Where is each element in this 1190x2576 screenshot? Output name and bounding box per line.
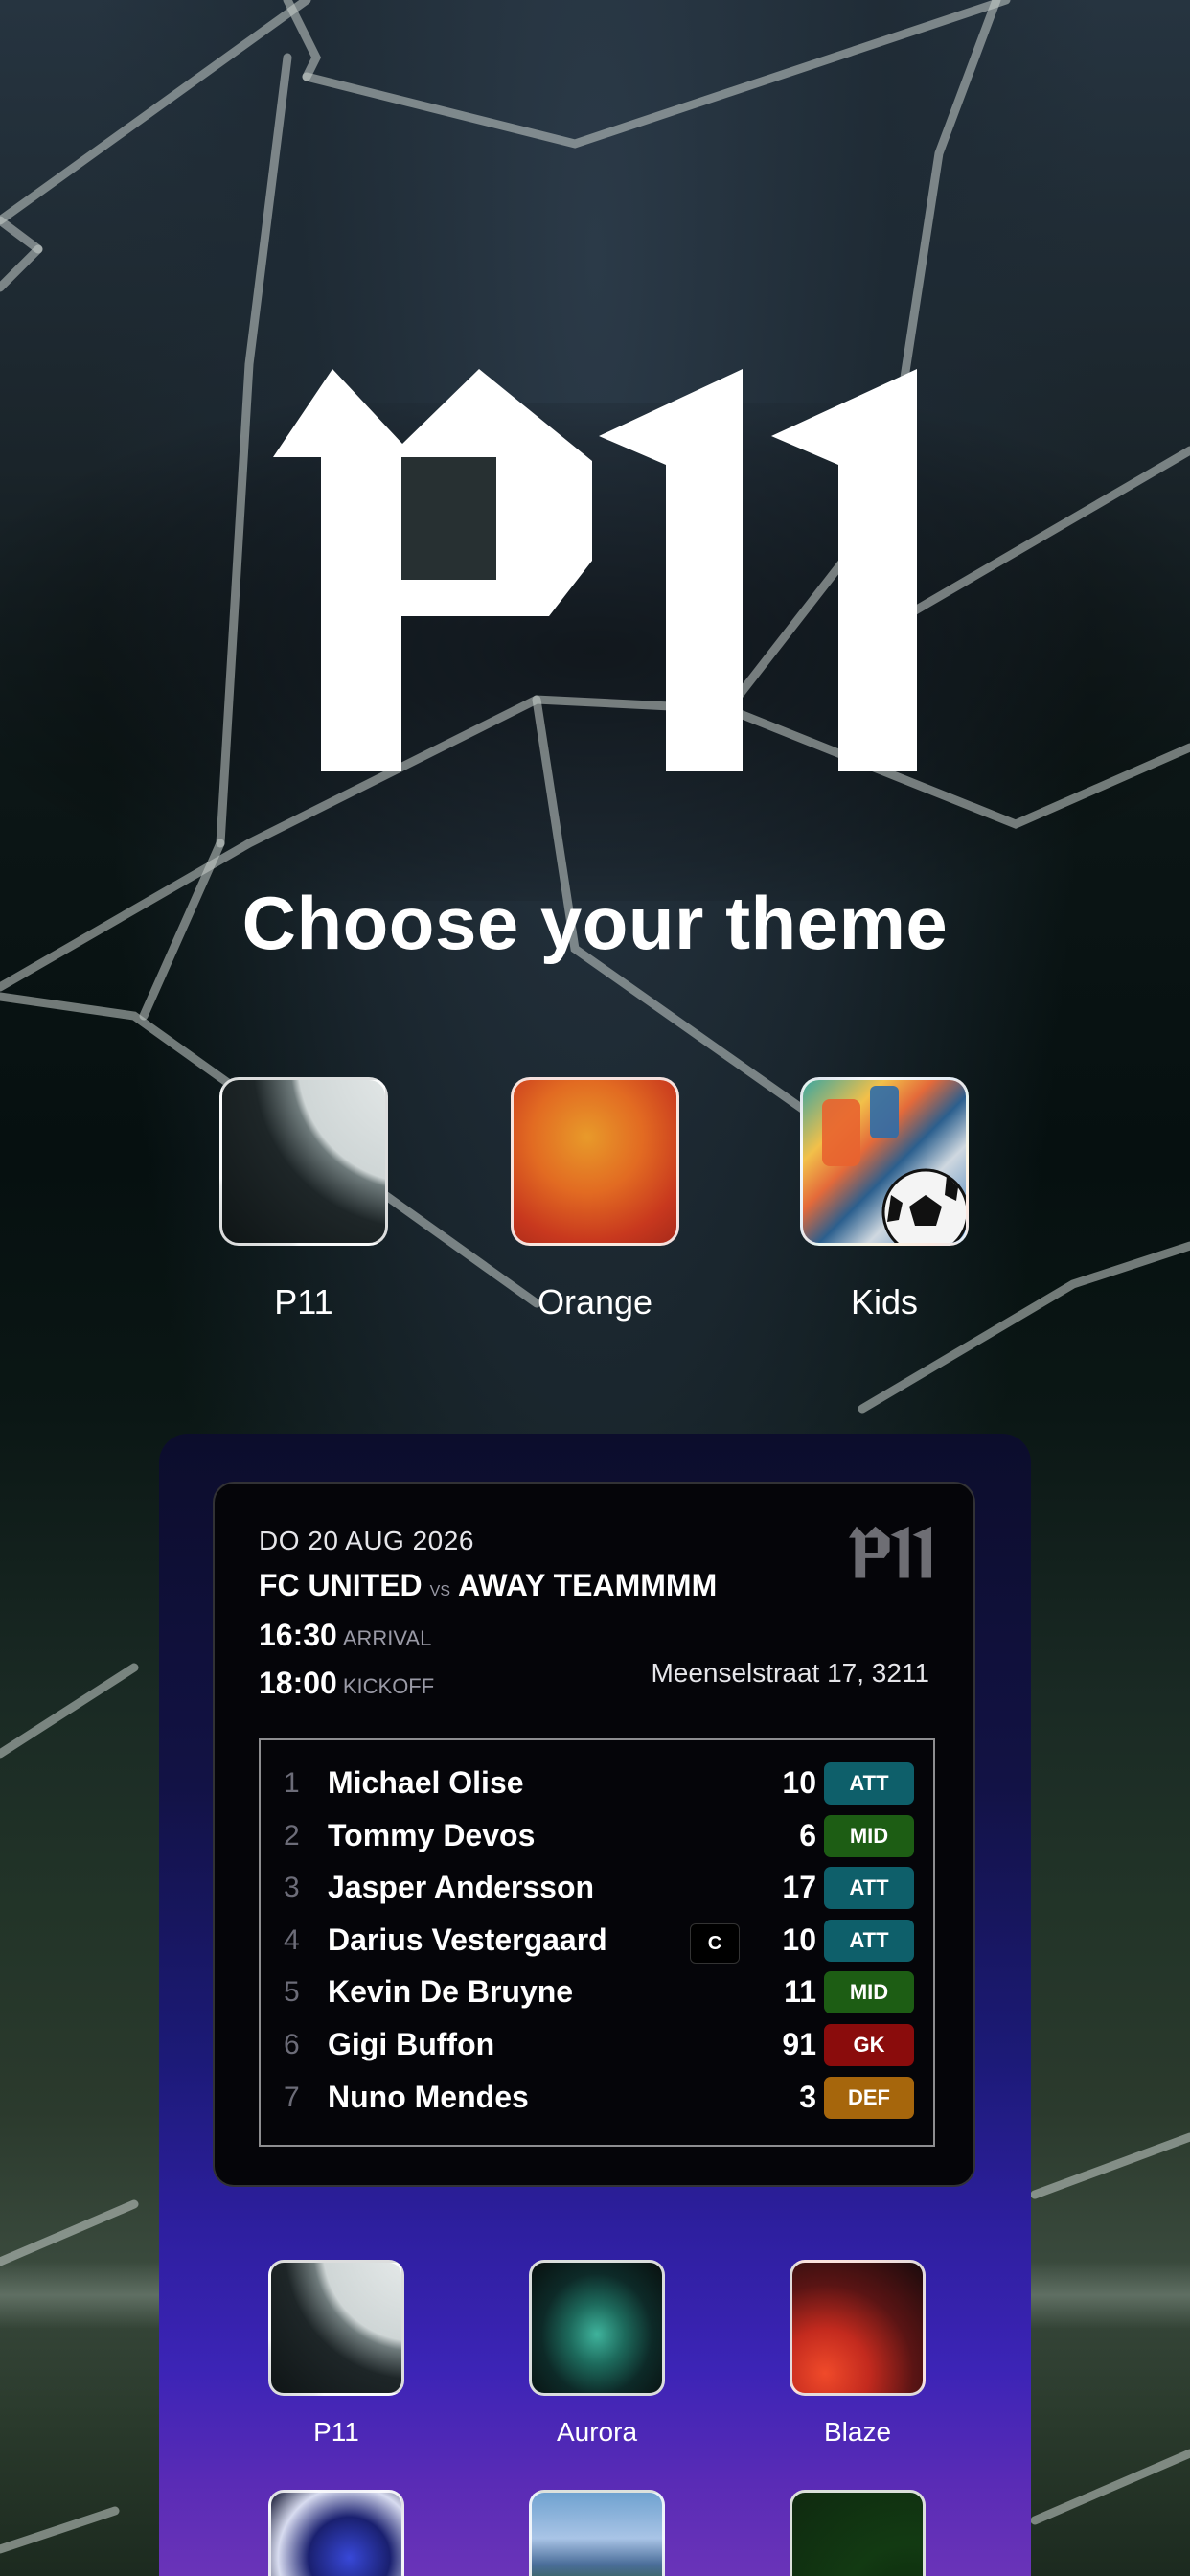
aurora-theme-thumbnail[interactable] bbox=[529, 2260, 665, 2396]
theme-label: Kids bbox=[850, 1282, 919, 1322]
player-name: Tommy Devos bbox=[328, 1817, 536, 1852]
captain-badge: C bbox=[690, 1922, 740, 1964]
player-name: Jasper Andersson bbox=[328, 1870, 595, 1905]
player-row: 2 Tommy Devos 6 MID bbox=[261, 1810, 933, 1862]
theme-thumbnail[interactable] bbox=[268, 2490, 404, 2576]
shirt-number: 10 bbox=[782, 1765, 816, 1800]
player-index: 3 bbox=[284, 1872, 300, 1904]
player-row: 3 Jasper Andersson 17 ATT bbox=[261, 1862, 933, 1914]
kids-theme-swatch[interactable] bbox=[800, 1077, 969, 1246]
preview-theme-p11[interactable]: P11 bbox=[264, 2260, 408, 2448]
player-name: Darius Vestergaard bbox=[328, 1921, 607, 1957]
player-index: 4 bbox=[284, 1923, 300, 1956]
position-badge: ATT bbox=[824, 1762, 914, 1805]
preview-theme-5[interactable] bbox=[525, 2490, 669, 2576]
preview-theme-4[interactable] bbox=[264, 2490, 408, 2576]
player-name: Kevin De Bruyne bbox=[328, 1974, 574, 2010]
p11-mini-logo bbox=[849, 1526, 931, 1578]
match-card: DO 20 AUG 2026 FC UNITED VS AWAY TEAMMMM 1… bbox=[213, 1482, 975, 2187]
preview-theme-aurora[interactable]: Aurora bbox=[525, 2260, 669, 2448]
preview-theme-6[interactable] bbox=[786, 2490, 929, 2576]
theme-option-p11[interactable]: P11 bbox=[217, 1077, 390, 1322]
away-team: AWAY TEAMMMM bbox=[458, 1568, 718, 1602]
theme-option-kids[interactable]: Kids bbox=[798, 1077, 971, 1322]
theme-preview-panel: DO 20 AUG 2026 FC UNITED VS AWAY TEAMMMM 1… bbox=[159, 1434, 1031, 2576]
player-row: 4 Darius Vestergaard C 10 ATT bbox=[261, 1915, 933, 1966]
position-badge: DEF bbox=[824, 2076, 914, 2119]
position-badge: MID bbox=[824, 1814, 914, 1857]
player-row: 6 Gigi Buffon 91 GK bbox=[261, 2019, 933, 2071]
kickoff-label: KICKOFF bbox=[342, 1674, 435, 1698]
home-team: FC UNITED bbox=[259, 1568, 423, 1602]
shirt-number: 91 bbox=[782, 2027, 816, 2061]
position-badge: GK bbox=[824, 2024, 914, 2066]
shirt-number: 10 bbox=[782, 1921, 816, 1957]
shirt-number: 11 bbox=[784, 1974, 816, 2010]
p11-theme-thumbnail[interactable] bbox=[268, 2260, 404, 2396]
player-row: 7 Nuno Mendes 3 DEF bbox=[261, 2072, 933, 2124]
player-index: 6 bbox=[284, 2029, 300, 2060]
match-teams: FC UNITED VS AWAY TEAMMMM bbox=[259, 1568, 717, 1603]
vs-label: VS bbox=[429, 1583, 450, 1599]
arrival-row: 16:30 ARRIVAL bbox=[259, 1618, 431, 1653]
preview-theme-label: P11 bbox=[313, 2417, 359, 2447]
preview-theme-label: Aurora bbox=[556, 2417, 638, 2447]
theme-label: P11 bbox=[274, 1282, 333, 1322]
preview-theme-label: Blaze bbox=[823, 2417, 892, 2447]
p11-logo bbox=[273, 369, 917, 771]
player-name: Michael Olise bbox=[328, 1765, 524, 1800]
player-list: 1 Michael Olise 10 ATT 2 Tommy Devos 6 MID 3 Jasp… bbox=[259, 1738, 935, 2147]
match-address: Meenselstraat 17, 3211 bbox=[651, 1658, 929, 1688]
position-badge: ATT bbox=[824, 1919, 914, 1962]
shirt-number: 3 bbox=[799, 2079, 816, 2114]
stadium-theme-thumbnail[interactable] bbox=[529, 2490, 665, 2576]
shirt-number: 17 bbox=[782, 1870, 816, 1905]
theme-label: Orange bbox=[537, 1282, 653, 1322]
p11-theme-swatch[interactable] bbox=[219, 1077, 388, 1246]
page-title: Choose your theme bbox=[241, 881, 949, 965]
player-index: 1 bbox=[284, 1767, 300, 1799]
kickoff-time: 18:00 bbox=[259, 1666, 337, 1700]
match-date: DO 20 AUG 2026 bbox=[259, 1526, 474, 1555]
pitch-theme-thumbnail[interactable] bbox=[790, 2490, 926, 2576]
player-index: 5 bbox=[284, 1976, 300, 2009]
shirt-number: 6 bbox=[799, 1817, 816, 1852]
player-index: 7 bbox=[284, 2081, 300, 2113]
arrival-label: ARRIVAL bbox=[342, 1626, 432, 1650]
player-row: 1 Michael Olise 10 ATT bbox=[261, 1758, 933, 1809]
player-name: Gigi Buffon bbox=[328, 2027, 495, 2061]
player-index: 2 bbox=[284, 1819, 300, 1852]
soccer-ball-icon bbox=[822, 1086, 966, 1243]
position-badge: MID bbox=[824, 1971, 914, 2014]
blaze-theme-thumbnail[interactable] bbox=[790, 2260, 926, 2396]
position-badge: ATT bbox=[824, 1867, 914, 1910]
arrival-time: 16:30 bbox=[259, 1618, 337, 1652]
player-row: 5 Kevin De Bruyne 11 MID bbox=[261, 1966, 933, 2018]
preview-theme-blaze[interactable]: Blaze bbox=[786, 2260, 929, 2448]
theme-option-orange[interactable]: Orange bbox=[509, 1077, 681, 1322]
player-name: Nuno Mendes bbox=[328, 2079, 529, 2114]
kickoff-row: 18:00 KICKOFF bbox=[259, 1666, 434, 1701]
orange-theme-swatch[interactable] bbox=[511, 1077, 679, 1246]
